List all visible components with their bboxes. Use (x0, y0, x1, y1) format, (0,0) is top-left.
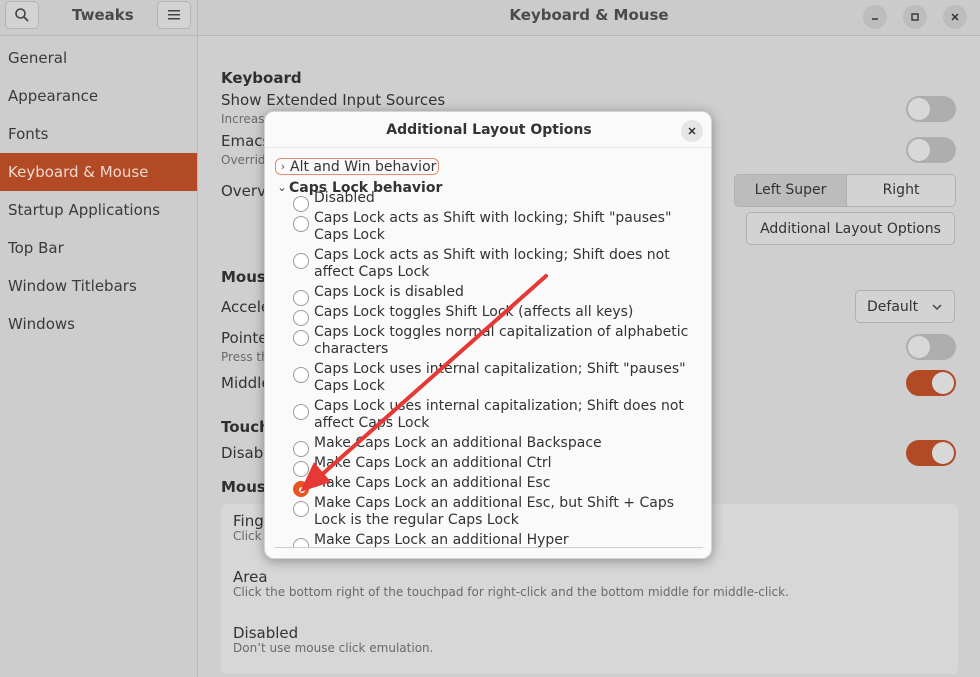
sidebar-item-startup-applications[interactable]: Startup Applications (0, 191, 197, 229)
option-shift-no-affect[interactable]: Caps Lock acts as Shift with locking; Sh… (293, 247, 703, 281)
additional-layout-options-dialog: Additional Layout Options › Alt and Win … (264, 111, 712, 559)
pointer-location-title: Pointe (221, 329, 268, 347)
sidebar-item-window-titlebars[interactable]: Window Titlebars (0, 267, 197, 305)
search-button[interactable] (5, 1, 39, 29)
radio-button[interactable] (293, 501, 309, 517)
sidebar-item-top-bar[interactable]: Top Bar (0, 229, 197, 267)
sidebar-item-fonts[interactable]: Fonts (0, 115, 197, 153)
emacs-input-toggle[interactable] (906, 137, 956, 163)
dialog-close-button[interactable] (681, 120, 703, 142)
emacs-input-subtitle: Overrid (221, 153, 266, 167)
disable-while-typing-title: Disabl (221, 444, 268, 462)
option-ctrl[interactable]: Make Caps Lock an additional Ctrl (293, 455, 703, 477)
radio-button[interactable] (293, 216, 309, 232)
keyboard-section-title: Keyboard (221, 69, 302, 87)
disabled-option-title[interactable]: Disabled (233, 624, 298, 642)
pointer-location-subtitle: Press th (221, 350, 269, 364)
show-extended-input-toggle[interactable] (906, 96, 956, 122)
overview-shortcut-selector: Left Super Right Super (734, 174, 956, 207)
maximize-button[interactable] (903, 5, 927, 29)
chevron-down-icon (932, 304, 942, 311)
radio-button[interactable] (293, 330, 309, 346)
option-normal-capitalization[interactable]: Caps Lock toggles normal capitalization … (293, 324, 703, 358)
alt-win-behavior-label: Alt and Win behavior (290, 158, 437, 175)
disable-while-typing-toggle[interactable] (906, 440, 956, 466)
option-disabled[interactable]: Disabled (293, 190, 703, 212)
menu-button[interactable] (157, 1, 191, 29)
close-icon (951, 13, 959, 21)
close-icon (688, 127, 696, 135)
list-bottom-divider (275, 547, 703, 548)
overview-shortcut-title: Overvi (221, 182, 271, 200)
app-title: Tweaks (72, 6, 134, 24)
option-esc[interactable]: Make Caps Lock an additional Esc (293, 475, 703, 497)
area-option-subtitle: Click the bottom right of the touchpad f… (233, 585, 789, 599)
search-icon (15, 8, 29, 22)
middle-click-paste-toggle[interactable] (906, 370, 956, 396)
sidebar-item-general[interactable]: General (0, 39, 197, 77)
sidebar: General Appearance Fonts Keyboard & Mous… (0, 36, 198, 677)
sidebar-headerbar: Tweaks (0, 0, 198, 36)
sidebar-item-windows[interactable]: Windows (0, 305, 197, 343)
acceleration-value: Default (867, 298, 919, 315)
chevron-down-icon: ⌄ (277, 181, 287, 194)
option-caps-disabled[interactable]: Caps Lock is disabled (293, 284, 703, 306)
pointer-location-toggle[interactable] (906, 334, 956, 360)
minimize-icon (872, 18, 878, 20)
option-internal-shift-pauses[interactable]: Caps Lock uses internal capitalization; … (293, 361, 703, 395)
disabled-option-subtitle: Don’t use mouse click emulation. (233, 641, 434, 655)
content-headerbar: Keyboard & Mouse (198, 0, 980, 36)
left-super-option[interactable]: Left Super (735, 175, 846, 206)
option-internal-no-affect[interactable]: Caps Lock uses internal capitalization; … (293, 398, 703, 432)
area-option-title[interactable]: Area (233, 568, 268, 586)
option-toggles-shift-lock[interactable]: Caps Lock toggles Shift Lock (affects al… (293, 304, 703, 326)
hamburger-icon (168, 10, 180, 20)
sidebar-item-keyboard-mouse[interactable]: Keyboard & Mouse (0, 153, 197, 191)
chevron-right-icon: › (280, 160, 286, 173)
option-esc-shift-caps[interactable]: Make Caps Lock an additional Esc, but Sh… (293, 495, 703, 529)
close-button[interactable] (943, 5, 967, 29)
show-extended-input-title: Show Extended Input Sources (221, 91, 446, 109)
dialog-title: Additional Layout Options (265, 112, 711, 148)
option-backspace[interactable]: Make Caps Lock an additional Backspace (293, 435, 703, 457)
acceleration-title: Accele (221, 298, 271, 316)
radio-button[interactable] (293, 253, 309, 269)
radio-button[interactable] (293, 404, 309, 420)
dialog-options-list[interactable]: › Alt and Win behavior ⌄ Caps Lock behav… (265, 156, 711, 548)
alt-win-behavior-expander[interactable]: › Alt and Win behavior (275, 158, 440, 175)
additional-layout-options-button[interactable]: Additional Layout Options (746, 212, 955, 245)
option-hyper[interactable]: Make Caps Lock an additional Hyper (293, 532, 703, 548)
maximize-icon (911, 13, 919, 21)
right-super-option[interactable]: Right Super (846, 175, 955, 206)
minimize-button[interactable] (863, 5, 887, 29)
acceleration-dropdown[interactable]: Default (855, 290, 955, 323)
radio-button[interactable] (293, 367, 309, 383)
fingers-option-subtitle: Click (233, 529, 262, 543)
option-shift-pauses[interactable]: Caps Lock acts as Shift with locking; Sh… (293, 210, 703, 244)
emacs-input-title: Emacs (221, 132, 271, 150)
sidebar-item-appearance[interactable]: Appearance (0, 77, 197, 115)
touchpad-section-title: Touch (221, 418, 270, 436)
